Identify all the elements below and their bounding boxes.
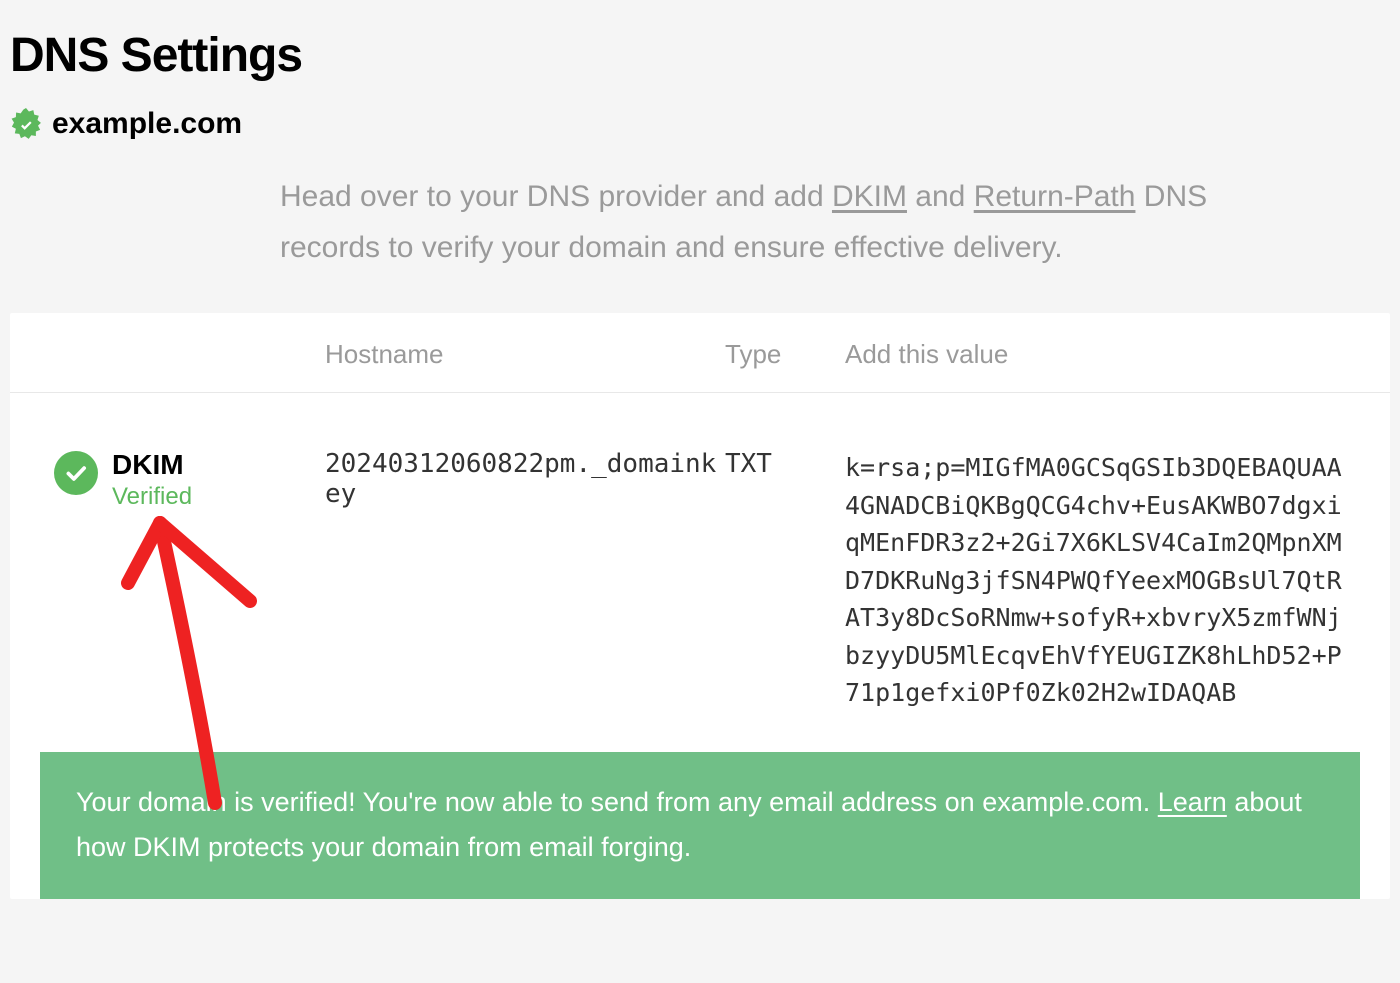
- page-title: DNS Settings: [10, 28, 1390, 83]
- success-banner: Your domain is verified! You're now able…: [40, 752, 1360, 900]
- record-name: DKIM: [112, 449, 192, 481]
- verified-badge-icon: [10, 108, 42, 140]
- table-row: DKIM Verified 20240312060822pm._domainke…: [10, 393, 1390, 752]
- return-path-link[interactable]: Return-Path: [974, 180, 1136, 213]
- header-hostname: Hostname: [325, 339, 725, 370]
- header-type: Type: [725, 339, 845, 370]
- domain-row: example.com: [10, 107, 1390, 141]
- record-type: TXT: [725, 449, 845, 479]
- instructions-middle: and: [907, 180, 974, 213]
- instructions-text: Head over to your DNS provider and add D…: [280, 171, 1310, 273]
- record-status: Verified: [112, 483, 192, 511]
- check-circle-icon: [54, 451, 98, 495]
- instructions-prefix: Head over to your DNS provider and add: [280, 180, 832, 213]
- dkim-link[interactable]: DKIM: [832, 180, 907, 213]
- dns-records-card: Hostname Type Add this value DKIM Verifi…: [10, 313, 1390, 899]
- banner-text-prefix: Your domain is verified! You're now able…: [76, 787, 1158, 817]
- record-value: k=rsa;p=MIGfMA0GCSqGSIb3DQEBAQUAA4GNADCB…: [845, 449, 1390, 712]
- header-value: Add this value: [845, 339, 1390, 370]
- domain-name: example.com: [52, 107, 242, 141]
- table-header: Hostname Type Add this value: [10, 313, 1390, 393]
- learn-link[interactable]: Learn: [1158, 787, 1227, 817]
- record-hostname: 20240312060822pm._domainkey: [325, 449, 725, 509]
